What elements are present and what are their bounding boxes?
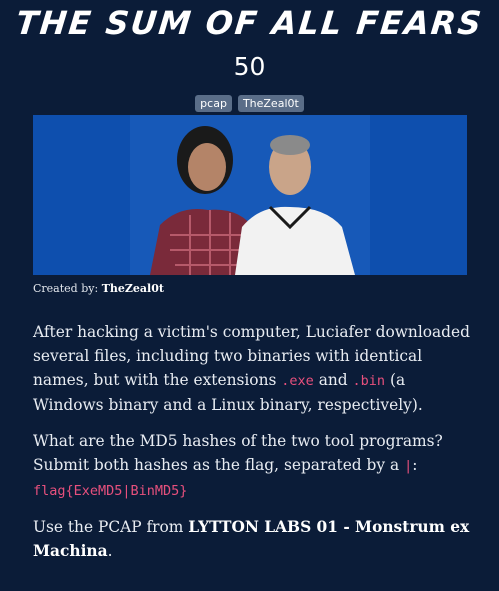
challenge-title: THE SUM OF ALL FEARS <box>14 4 485 42</box>
challenge-image <box>33 115 467 275</box>
tag-author[interactable]: TheZeal0t <box>237 95 304 112</box>
created-by-author[interactable]: TheZeal0t <box>102 282 164 295</box>
p2-code-pipe: | <box>404 458 413 474</box>
created-by: Created by: TheZeal0t <box>33 282 164 295</box>
tag-pcap[interactable]: pcap <box>195 95 232 112</box>
challenge-description: After hacking a victim's computer, Lucia… <box>33 320 473 575</box>
created-by-label: Created by: <box>33 282 99 295</box>
tag-list: pcap TheZeal0t <box>0 95 499 112</box>
challenge-points: 50 <box>233 52 266 81</box>
p3-text-a: Use the PCAP from <box>33 518 189 536</box>
description-paragraph-1: After hacking a victim's computer, Lucia… <box>33 320 473 417</box>
challenge-image-inner <box>130 115 370 275</box>
p2-text-b: : <box>412 456 418 474</box>
challenge-card: THE SUM OF ALL FEARS 50 pcap TheZeal0t C… <box>0 0 499 591</box>
description-paragraph-3: Use the PCAP from LYTTON LABS 01 - Monst… <box>33 515 473 563</box>
p1-code-bin: .bin <box>352 373 386 389</box>
p1-code-exe: .exe <box>281 373 314 389</box>
p2-text-a: What are the MD5 hashes of the two tool … <box>33 432 443 474</box>
p1-text-b: and <box>313 371 353 389</box>
description-paragraph-2: What are the MD5 hashes of the two tool … <box>33 429 473 503</box>
p3-text-b: . <box>107 542 113 560</box>
band-photo-illustration <box>150 126 355 275</box>
p2-code-flag-format: flag{ExeMD5|BinMD5} <box>33 483 188 499</box>
